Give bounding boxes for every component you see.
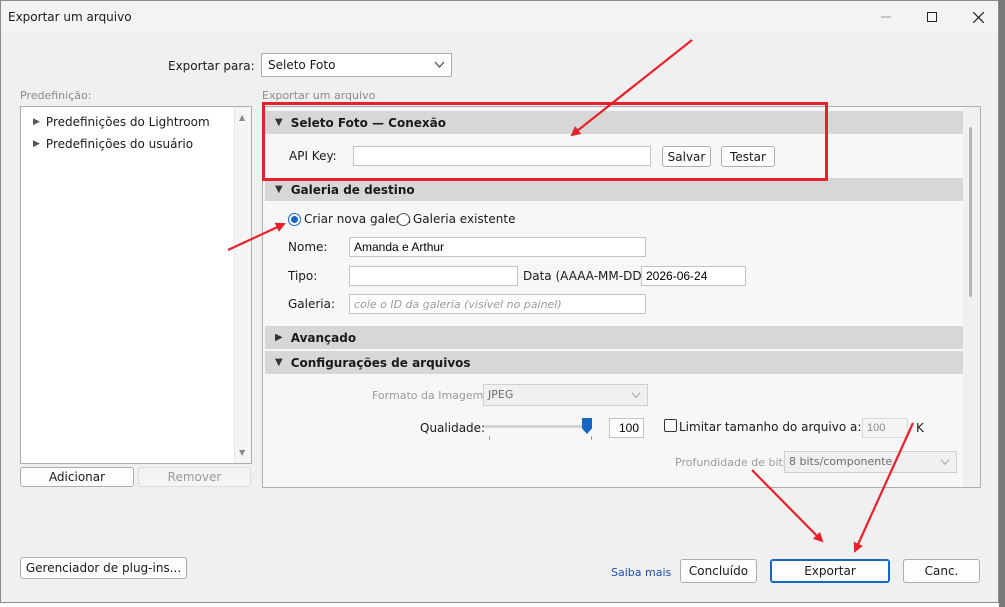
window-edge bbox=[999, 0, 1005, 607]
export-button[interactable]: Exportar bbox=[770, 559, 890, 583]
collapse-triangle-icon: ▼ bbox=[275, 357, 283, 368]
radio-unselected-icon[interactable] bbox=[397, 212, 410, 226]
close-button[interactable] bbox=[955, 1, 1001, 33]
remove-preset-button[interactable]: Remover bbox=[138, 467, 251, 487]
limit-size-unit: K bbox=[916, 421, 924, 435]
image-format-label: Formato da Imagem: bbox=[372, 389, 488, 402]
title-bar: Exportar um arquivo bbox=[1, 1, 998, 33]
export-to-value: Seleto Foto bbox=[268, 58, 336, 72]
date-label: Data (AAAA-MM-DD): bbox=[523, 269, 651, 283]
preset-tree-item-user[interactable]: ▶ Predefinições do usuário bbox=[33, 137, 193, 151]
chevron-down-icon bbox=[434, 61, 445, 68]
scroll-down-arrow-icon[interactable]: ▼ bbox=[239, 448, 245, 457]
maximize-icon bbox=[927, 12, 937, 22]
cancel-button[interactable]: Canc. bbox=[903, 559, 980, 583]
expand-triangle-icon[interactable]: ▶ bbox=[33, 117, 40, 127]
limit-size-label: Limitar tamanho do arquivo a: bbox=[679, 420, 862, 434]
quality-slider-track[interactable] bbox=[484, 425, 592, 428]
minimize-button[interactable] bbox=[863, 1, 909, 33]
gallery-type-input[interactable] bbox=[349, 266, 518, 286]
gallery-date-input[interactable] bbox=[641, 266, 746, 286]
radio-existing-gallery-label: Galeria existente bbox=[413, 212, 516, 226]
radio-new-gallery[interactable]: Criar nova galeria bbox=[288, 212, 411, 226]
image-format-value: JPEG bbox=[488, 388, 514, 401]
preset-tree-item-lightroom[interactable]: ▶ Predefinições do Lightroom bbox=[33, 115, 210, 129]
collapse-triangle-icon: ▼ bbox=[275, 184, 283, 195]
preset-list[interactable]: ▶ Predefinições do Lightroom ▶ Predefini… bbox=[20, 106, 252, 464]
preset-list-scrollbar[interactable]: ▲ ▼ bbox=[234, 107, 251, 463]
section-title: Configurações de arquivos bbox=[290, 355, 471, 370]
maximize-button[interactable] bbox=[909, 1, 955, 33]
slider-tick bbox=[591, 436, 592, 440]
learn-more-link[interactable]: Saiba mais bbox=[611, 566, 671, 579]
panel-scrollbar[interactable] bbox=[963, 107, 980, 487]
scroll-up-arrow-icon[interactable]: ▲ bbox=[239, 113, 245, 122]
gallery-id-input[interactable]: cole o ID da galeria (visível no painel) bbox=[349, 294, 646, 314]
minimize-icon bbox=[881, 16, 891, 18]
add-preset-button[interactable]: Adicionar bbox=[20, 467, 134, 487]
preset-item-label: Predefinições do Lightroom bbox=[45, 115, 210, 129]
type-label: Tipo: bbox=[288, 269, 318, 283]
section-header-advanced[interactable]: ▶ Avançado bbox=[265, 326, 963, 349]
gallery-id-placeholder: cole o ID da galeria (visível no painel) bbox=[354, 298, 562, 311]
bit-depth-label: Profundidade de bits: bbox=[675, 456, 793, 469]
radio-selected-icon[interactable] bbox=[288, 212, 301, 226]
gallery-id-label: Galeria: bbox=[288, 297, 336, 311]
expand-triangle-icon: ▶ bbox=[275, 332, 283, 343]
chevron-down-icon bbox=[631, 392, 641, 399]
quality-label: Qualidade: bbox=[420, 421, 486, 435]
section-header-file-settings[interactable]: ▼ Configurações de arquivos bbox=[265, 351, 963, 374]
bit-depth-dropdown[interactable]: 8 bits/componente bbox=[784, 451, 957, 473]
panel-scrollbar-thumb[interactable] bbox=[969, 127, 972, 297]
name-label: Nome: bbox=[288, 240, 328, 254]
bit-depth-value: 8 bits/componente bbox=[789, 455, 893, 468]
chevron-down-icon bbox=[940, 459, 950, 466]
plugin-manager-button[interactable]: Gerenciador de plug-ins... bbox=[20, 557, 187, 579]
quality-value-input[interactable] bbox=[609, 418, 644, 438]
section-title: Avançado bbox=[290, 330, 357, 345]
limit-size-input[interactable] bbox=[862, 418, 908, 438]
export-dialog-window: Exportar um arquivo Exportar para: Selet… bbox=[0, 0, 999, 603]
radio-new-gallery-label: Criar nova galeria bbox=[304, 212, 412, 226]
export-panel-label: Exportar um arquivo bbox=[262, 89, 376, 102]
gallery-name-input[interactable] bbox=[349, 237, 646, 257]
export-to-label: Exportar para: bbox=[168, 59, 255, 73]
window-title: Exportar um arquivo bbox=[8, 10, 132, 24]
image-format-dropdown[interactable]: JPEG bbox=[483, 384, 648, 406]
slider-tick bbox=[489, 436, 490, 440]
section-title: Galeria de destino bbox=[290, 182, 415, 197]
close-icon bbox=[972, 11, 984, 23]
annotation-highlight-box bbox=[262, 102, 828, 181]
done-button[interactable]: Concluído bbox=[680, 559, 757, 583]
preset-label: Predefinição: bbox=[20, 89, 92, 102]
limit-size-checkbox[interactable] bbox=[664, 419, 677, 432]
preset-item-label: Predefinições do usuário bbox=[45, 137, 194, 151]
export-to-dropdown[interactable]: Seleto Foto bbox=[261, 53, 452, 77]
radio-existing-gallery[interactable]: Galeria existente bbox=[397, 212, 515, 226]
section-header-gallery[interactable]: ▼ Galeria de destino bbox=[265, 178, 963, 201]
expand-triangle-icon[interactable]: ▶ bbox=[33, 139, 40, 149]
